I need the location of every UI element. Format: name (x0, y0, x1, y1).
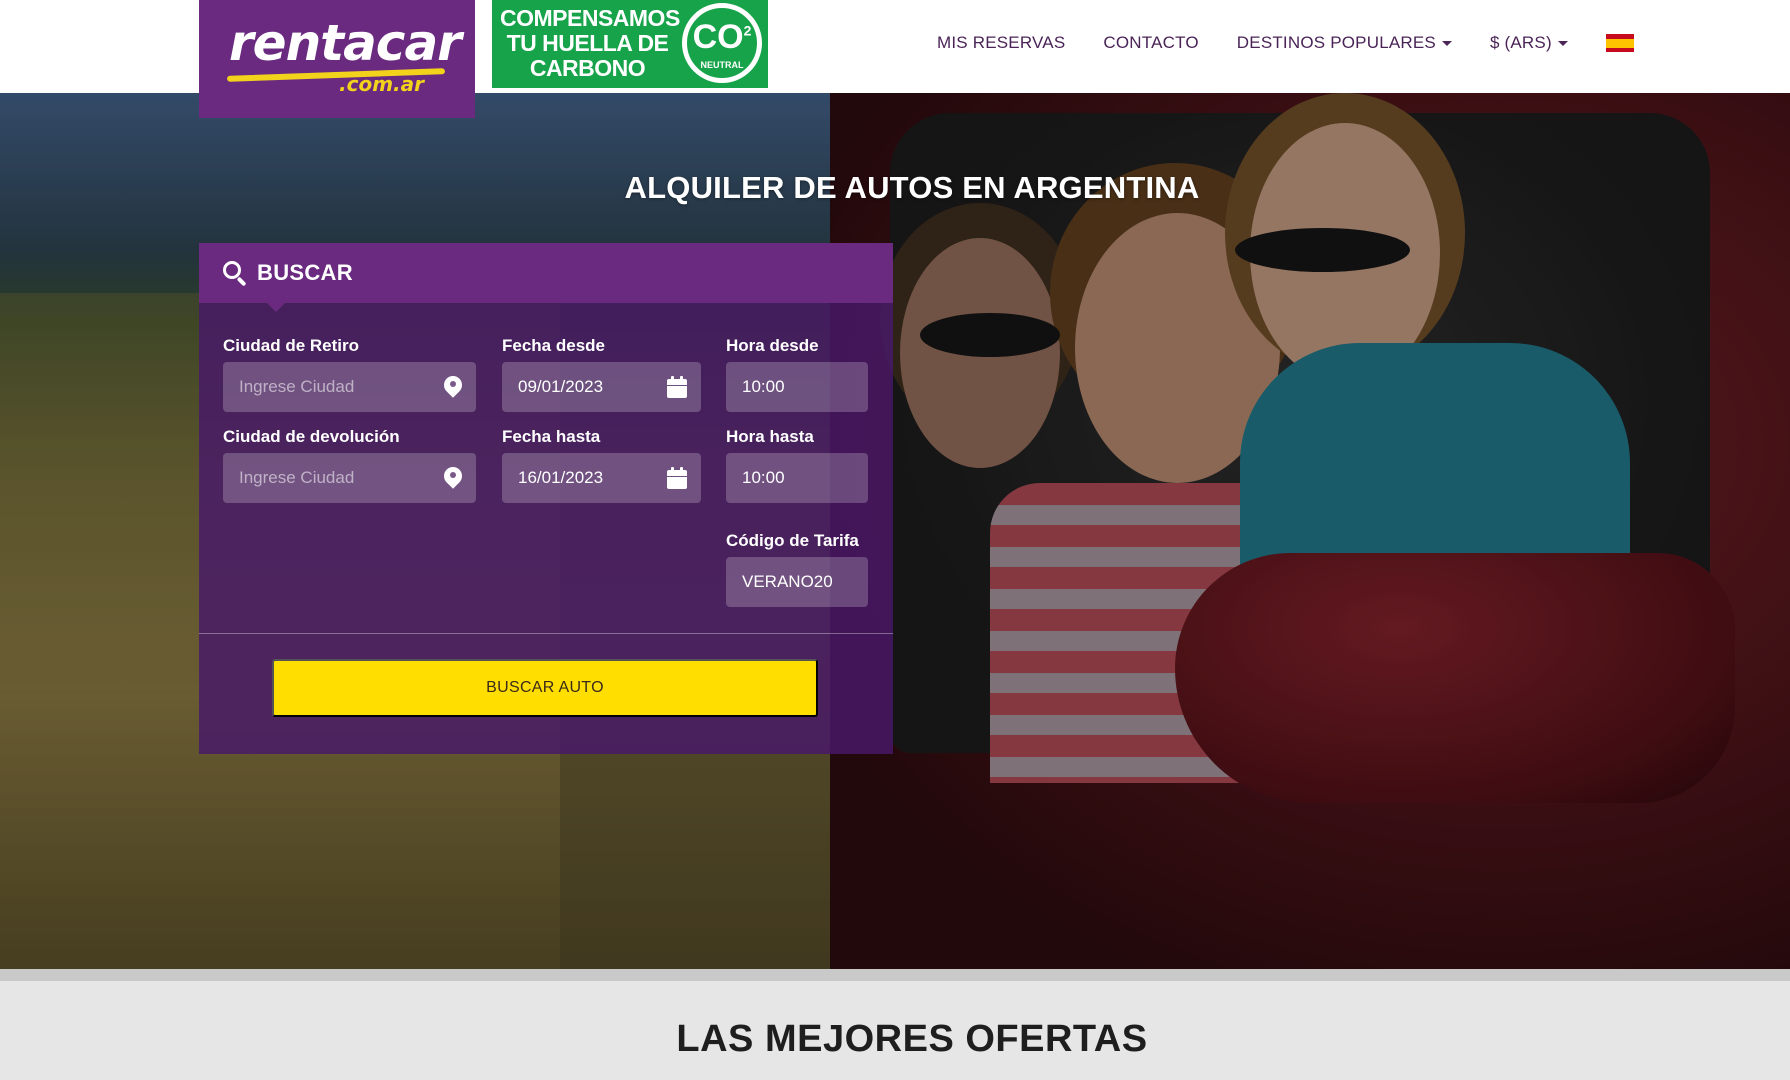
calendar-icon[interactable] (667, 376, 687, 398)
spain-flag-icon[interactable] (1605, 34, 1634, 52)
date-to-input[interactable]: 16/01/2023 (502, 453, 701, 503)
time-to-label: Hora hasta (726, 427, 814, 446)
form-divider (199, 633, 893, 634)
rate-code-input[interactable]: VERANO20 (726, 557, 868, 607)
nav-mis-reservas[interactable]: MIS RESERVAS (937, 33, 1065, 53)
section-divider (0, 969, 1790, 981)
main-nav: MIS RESERVAS CONTACTO DESTINOS POPULARES… (937, 0, 1634, 86)
pickup-city-input[interactable]: Ingrese Ciudad (223, 362, 476, 412)
co2-neutral-icon: CO2 NEUTRAL (682, 3, 762, 83)
nav-contacto[interactable]: CONTACTO (1103, 33, 1198, 53)
date-from-label: Fecha desde (502, 336, 605, 355)
chevron-down-icon (1441, 40, 1452, 46)
offers-section: LAS MEJORES OFERTAS (0, 981, 1790, 1080)
date-from-input[interactable]: 09/01/2023 (502, 362, 701, 412)
neutral-label: NEUTRAL (700, 60, 744, 70)
carbon-neutral-badge[interactable]: COMPENSAMOS TU HUELLA DE CARBONO CO2 NEU… (492, 0, 768, 88)
search-car-button[interactable]: BUSCAR AUTO (272, 659, 818, 717)
chevron-down-icon (1557, 40, 1568, 46)
time-from-select[interactable]: 10:00 (726, 362, 868, 412)
return-city-input[interactable]: Ingrese Ciudad (223, 453, 476, 503)
hero-section: ALQUILER DE AUTOS EN ARGENTINA BUSCAR Ci… (0, 93, 1790, 969)
search-icon (223, 261, 247, 287)
time-to-select[interactable]: 10:00 (726, 453, 868, 503)
logo-wordmark: rentacar (229, 14, 462, 72)
rentacar-logo[interactable]: rentacar .com.ar (199, 0, 475, 118)
time-from-label: Hora desde (726, 336, 819, 355)
offers-title: LAS MEJORES OFERTAS (676, 1018, 1148, 1060)
search-form: BUSCAR Ciudad de Retiro Ingrese Ciudad F… (199, 243, 893, 754)
location-pin-icon (440, 463, 466, 491)
search-panel-title: BUSCAR (257, 260, 353, 285)
search-panel-header: BUSCAR (199, 243, 893, 312)
rate-code-label: Código de Tarifa (726, 531, 859, 550)
hero-title: ALQUILER DE AUTOS EN ARGENTINA (624, 170, 1200, 205)
pickup-city-label: Ciudad de Retiro (223, 336, 360, 355)
carbon-badge-text: COMPENSAMOS TU HUELLA DE CARBONO (500, 5, 680, 81)
return-city-label: Ciudad de devolución (223, 427, 400, 446)
logo-domain: .com.ar (339, 72, 424, 96)
nav-destinos-populares[interactable]: DESTINOS POPULARES (1237, 33, 1452, 53)
location-pin-icon (440, 372, 466, 400)
nav-currency-selector[interactable]: $ (ARS) (1490, 33, 1568, 53)
date-to-label: Fecha hasta (502, 427, 601, 446)
co2-label: CO2 (692, 18, 752, 56)
calendar-icon[interactable] (667, 467, 687, 489)
site-header: rentacar .com.ar COMPENSAMOS TU HUELLA D… (0, 0, 1790, 118)
